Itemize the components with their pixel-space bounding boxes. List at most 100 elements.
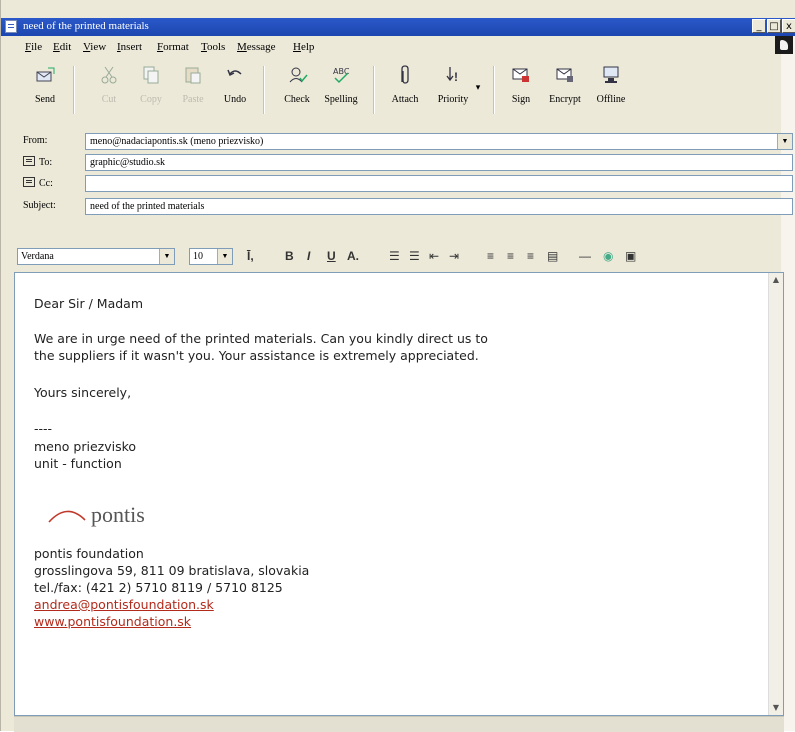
paste-label: Paste (182, 94, 204, 105)
to-label[interactable]: To: (23, 156, 52, 168)
menu-help[interactable]: Help (293, 41, 314, 53)
check-names-button[interactable]: Check (277, 64, 317, 116)
decrease-indent-icon[interactable]: ⇤ (429, 249, 439, 263)
align-right-icon[interactable]: ≡ (527, 249, 534, 263)
font-select[interactable]: Verdana ▼ (17, 248, 175, 265)
copy-label: Copy (140, 94, 162, 105)
message-body[interactable]: Dear Sir / Madam We are in urge need of … (14, 272, 784, 716)
send-label: Send (35, 94, 55, 105)
address-book-icon (23, 156, 35, 166)
menu-tools[interactable]: Tools (201, 41, 225, 53)
italic-icon[interactable]: I (307, 249, 310, 263)
compose-window: need of the printed materials _ □ x File… (0, 0, 795, 732)
svg-text:!: ! (454, 70, 458, 84)
pontis-logo: pontis (45, 500, 175, 540)
maximize-button[interactable]: □ (767, 19, 781, 33)
paste-button[interactable]: Paste (173, 64, 213, 116)
toolbar-separator (263, 66, 265, 114)
cc-label[interactable]: Cc: (23, 177, 53, 189)
message-icon (5, 20, 17, 33)
to-field[interactable]: graphic@studio.sk (85, 154, 793, 171)
address-book-icon (23, 177, 35, 187)
website-link[interactable]: www.pontisfoundation.sk (34, 613, 191, 630)
encrypt-icon (556, 68, 573, 82)
font-size-value: 10 (193, 251, 203, 262)
paperclip-icon (401, 65, 409, 84)
close-button[interactable]: x (782, 19, 795, 33)
encrypt-button[interactable]: Encrypt (545, 64, 585, 116)
cut-label: Cut (101, 94, 117, 105)
status-bar (14, 716, 784, 732)
window-title: need of the printed materials (23, 20, 149, 32)
bulleted-list-icon[interactable]: ☰ (409, 249, 420, 263)
paragraph-style-icon[interactable]: Ī, (247, 249, 254, 263)
undo-button[interactable]: Undo (215, 64, 255, 116)
menu-format[interactable]: Format (157, 41, 189, 53)
vertical-scrollbar[interactable]: ▲ ▼ (768, 273, 783, 715)
toolbar-separator (73, 66, 75, 114)
menu-edit[interactable]: Edit (53, 41, 71, 53)
check-names-icon (289, 67, 308, 83)
to-value: graphic@studio.sk (90, 157, 166, 168)
increase-indent-icon[interactable]: ⇥ (449, 249, 459, 263)
priority-button[interactable]: ! Priority (433, 64, 473, 116)
closing-text: Yours sincerely, (34, 385, 132, 400)
priority-dropdown[interactable]: ▾ (471, 82, 485, 134)
offline-label: Offline (596, 94, 626, 105)
attach-label: Attach (391, 94, 419, 105)
font-color-icon[interactable]: A. (347, 249, 359, 263)
offline-icon (603, 66, 619, 83)
chevron-down-icon[interactable]: ▼ (217, 249, 232, 264)
bold-icon[interactable]: B (285, 249, 294, 263)
copy-button[interactable]: Copy (131, 64, 171, 116)
encrypt-label: Encrypt (549, 94, 581, 105)
signature-role: unit - function (34, 456, 122, 471)
from-select[interactable]: meno@nadaciapontis.sk (meno priezvisko) … (85, 133, 793, 150)
toolbar-separator (493, 66, 495, 114)
org-name: pontis foundation (34, 546, 144, 561)
signature-separator: ---- (34, 421, 53, 436)
spelling-button[interactable]: ABC Spelling (321, 64, 361, 116)
chevron-down-icon[interactable]: ▼ (777, 134, 792, 149)
underline-icon[interactable]: U (327, 249, 336, 263)
signature-name: meno priezvisko (34, 439, 137, 454)
scroll-up-icon[interactable]: ▲ (769, 273, 783, 287)
insert-picture-icon[interactable]: ▣ (625, 249, 636, 263)
cc-field[interactable] (85, 175, 793, 192)
formatting-toolbar: Verdana ▼ 10 ▼ Ī, B I U A. ☰ ☰ ⇤ ⇥ ≡ ≡ ≡… (1, 244, 781, 270)
align-left-icon[interactable]: ≡ (487, 249, 494, 263)
send-icon (36, 67, 55, 82)
sign-icon (512, 68, 529, 82)
horizontal-line-icon[interactable]: — (579, 249, 591, 263)
offline-button[interactable]: Offline (591, 64, 631, 116)
menu-message[interactable]: Message (237, 41, 276, 53)
toolbar: Send Cut Copy Paste Undo Check ABC Spell… (1, 60, 781, 122)
insert-hyperlink-icon[interactable]: ◉ (603, 249, 613, 263)
cut-button[interactable]: Cut (89, 64, 129, 116)
sign-button[interactable]: Sign (501, 64, 541, 116)
send-button[interactable]: Send (25, 64, 65, 116)
from-value: meno@nadaciapontis.sk (meno priezvisko) (90, 136, 264, 147)
logo-text: pontis (91, 502, 145, 527)
window-controls: _ □ x (752, 19, 795, 33)
numbered-list-icon[interactable]: ☰ (389, 249, 400, 263)
title-bar[interactable]: need of the printed materials _ □ x (1, 18, 795, 36)
scroll-down-icon[interactable]: ▼ (769, 701, 783, 715)
sign-label: Sign (511, 94, 531, 105)
justify-icon[interactable]: ▤ (547, 249, 558, 263)
align-center-icon[interactable]: ≡ (507, 249, 514, 263)
menu-insert[interactable]: Insert (117, 41, 142, 53)
menu-view[interactable]: View (83, 41, 106, 53)
paste-icon (185, 67, 201, 84)
subject-label: Subject: (23, 200, 56, 211)
menu-file[interactable]: File (25, 41, 42, 53)
spelling-label: Spelling (324, 94, 358, 105)
subject-field[interactable]: need of the printed materials (85, 198, 793, 215)
subject-value: need of the printed materials (90, 201, 205, 212)
font-size-select[interactable]: 10 ▼ (189, 248, 233, 265)
chevron-down-icon[interactable]: ▼ (159, 249, 174, 264)
greeting-text: Dear Sir / Madam (34, 296, 144, 311)
minimize-button[interactable]: _ (752, 19, 766, 33)
attach-button[interactable]: Attach (385, 64, 425, 116)
email-link[interactable]: andrea@pontisfoundation.sk (34, 596, 214, 613)
